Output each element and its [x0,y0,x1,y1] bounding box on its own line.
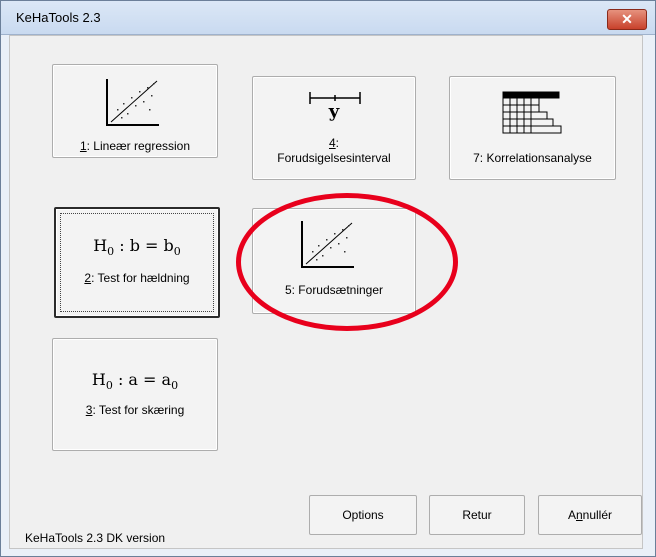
prediction-interval-label-number: 4: [328,136,340,150]
correlation-analysis-label: 7: Korrelationsanalyse [473,151,592,165]
slope-hypothesis-formula: H0 : b = b0 [93,236,181,259]
scatter-plot-icon [106,79,159,126]
options-button[interactable]: Options [309,495,417,535]
close-button[interactable]: ✕ [607,9,647,30]
intercept-hypothesis-formula: H0 : a = a0 [91,370,179,393]
annuller-button[interactable]: Annullér [538,495,642,535]
retur-button[interactable]: Retur [429,495,525,535]
highlight-circle [236,193,458,331]
version-footer: KeHaTools 2.3 DK version [25,531,166,545]
y-symbol: y [328,101,340,122]
dialog-window: KeHaTools 2.3 ✕ 1: Lineær regression y 4… [0,0,656,557]
prediction-interval-button[interactable]: y 4: Forudsigelsesinterval [252,76,416,180]
slope-test-label: 2: Test for hældning [84,271,190,285]
linear-regression-button[interactable]: 1: Lineær regression [52,64,218,158]
intercept-test-button[interactable]: H0 : a = a0 3: Test for skæring [52,338,218,451]
title-bar[interactable]: KeHaTools 2.3 ✕ [1,1,655,35]
correlation-analysis-button[interactable]: 7: Korrelationsanalyse [449,76,616,180]
close-icon: ✕ [621,11,633,27]
intercept-test-label: 3: Test for skæring [85,403,185,417]
linear-regression-label: 1: Lineær regression [79,139,191,153]
prediction-interval-label: Forudsigelsesinterval [277,151,391,165]
correlation-matrix-icon [502,91,562,134]
window-title: KeHaTools 2.3 [16,10,101,25]
slope-test-button[interactable]: H0 : b = b0 2: Test for hældning [54,207,220,318]
